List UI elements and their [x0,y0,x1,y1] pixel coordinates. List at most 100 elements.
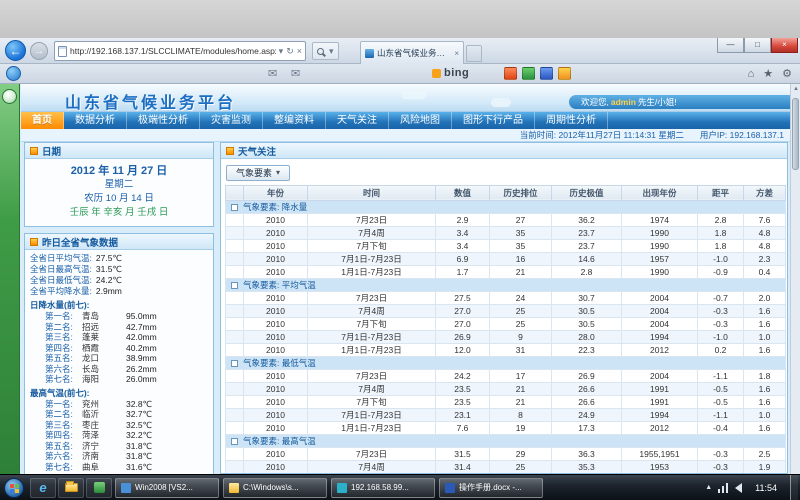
table-row[interactable]: 20107月下旬23.52126.61991-0.51.6 [226,395,786,408]
mail-icon[interactable]: ✉ [268,67,277,80]
close-button[interactable]: × [771,38,798,53]
addon-icon-4[interactable] [558,67,571,80]
table-group-row[interactable]: 气象要素: 平均气温 [226,278,786,291]
row-check-cell [226,304,244,317]
table-row[interactable]: 20107月1日-7月23日26.9928.01994-1.01.0 [226,330,786,343]
volume-icon[interactable] [735,483,742,493]
table-row[interactable]: 20101月1日-7月23日1.7212.81990-0.90.4 [226,265,786,278]
table-row[interactable]: 20107月23日2.92736.219742.87.6 [226,213,786,226]
table-row[interactable]: 20101月1日-7月23日7.61917.32012-0.41.6 [226,421,786,434]
checkbox-icon[interactable] [231,204,238,211]
taskbar-window-button[interactable]: C:\Windows\s... [223,478,327,498]
start-button[interactable] [4,478,24,498]
table-row[interactable]: 20107月1日-7月23日6.91614.61957-1.02.3 [226,252,786,265]
table-cell: 1.6 [744,421,786,434]
browser-back-button[interactable]: ← [5,40,26,61]
checkbox-icon[interactable] [231,360,238,367]
table-cell: 27 [490,213,552,226]
nav-item-4[interactable]: 灾害监测 [200,112,263,129]
nav-item-8[interactable]: 图形下行产品 [452,112,535,129]
minimize-button[interactable]: — [717,38,744,53]
nav-item-6[interactable]: 天气关注 [326,112,389,129]
table-cell: 1.0 [744,408,786,421]
table-row[interactable]: 20107月23日27.52430.72004-0.72.0 [226,291,786,304]
element-filter-button[interactable]: 气象要素 ▾ [226,165,290,181]
table-cell: 1.0 [744,330,786,343]
favorites-star-icon[interactable]: ★ [763,66,773,82]
nav-item-7[interactable]: 风险地图 [389,112,452,129]
browser-forward-button[interactable]: → [30,42,48,60]
addon-icon-1[interactable] [504,67,517,80]
stop-icon[interactable]: × [297,42,302,60]
table-group-row[interactable]: 气象要素: 最高气温 [226,434,786,447]
nav-item-2[interactable]: 数据分析 [64,112,127,129]
search-icon[interactable] [317,48,324,55]
scrollbar-thumb[interactable] [792,98,799,170]
show-desktop-button[interactable] [790,475,798,500]
desktop-strip [0,0,800,38]
row-check-cell [226,369,244,382]
nav-item-9[interactable]: 周期性分析 [535,112,608,129]
rank-value: 42.7mm [126,322,157,333]
table-cell: 2.8 [552,265,622,278]
network-icon[interactable] [718,483,729,493]
mail-send-icon[interactable]: ✉ [291,67,300,80]
checkbox-icon[interactable] [231,282,238,289]
address-bar[interactable]: ▾ ↻ × [54,41,306,61]
taskbar-window-button[interactable]: Win2008 [VS2... [115,478,219,498]
taskbar-ie-button[interactable]: e [30,478,56,498]
table-group-row[interactable]: 气象要素: 最低气温 [226,356,786,369]
rank-label: 第四名: [45,343,78,354]
table-cell: 23.7 [552,226,622,239]
nav-item-3[interactable]: 极端性分析 [127,112,200,129]
search-cluster[interactable]: ▾ [312,42,339,60]
address-dropdown-icon[interactable]: ▾ [279,42,284,60]
addon-icon-3[interactable] [540,67,553,80]
taskbar-window-button[interactable]: 操作手册.docx -... [439,478,543,498]
page-scrollbar[interactable]: ▲ [790,84,800,474]
app-icon [94,482,105,493]
table-row[interactable]: 20107月4周31.42535.31953-0.31.9 [226,460,786,473]
tray-up-arrow-icon[interactable]: ▲ [705,484,712,491]
tab-close-icon[interactable]: × [454,49,459,58]
scroll-up-icon[interactable]: ▲ [791,86,800,92]
table-group-row[interactable]: 气象要素: 降水量 [226,200,786,213]
welcome-suffix: 先生/小姐! [638,97,677,107]
taskbar-clock[interactable]: 11:54 [748,475,784,500]
table-row[interactable]: 20107月4周3.43523.719901.84.8 [226,226,786,239]
browser-tab[interactable]: 山东省气候业务平台 × [360,41,464,64]
table-row[interactable]: 20107月下旬3.43523.719901.84.8 [226,239,786,252]
maximize-button[interactable]: □ [744,38,771,53]
table-row[interactable]: 20107月下旬27.02530.52004-0.31.6 [226,317,786,330]
url-input[interactable] [70,46,276,56]
addon-icon-2[interactable] [522,67,535,80]
taskbar-window-button[interactable]: 192.168.58.99... [331,478,435,498]
table-cell: 1.8 [698,239,744,252]
table-row[interactable]: 20101月1日-7月23日12.03122.320120.21.6 [226,343,786,356]
table-cell: 26.9 [552,369,622,382]
table-cell: 35.3 [552,460,622,473]
nav-item-5[interactable]: 整编资料 [263,112,326,129]
taskbar-app-button[interactable] [86,478,112,498]
table-cell: 1.8 [698,226,744,239]
new-tab-button[interactable] [466,45,482,62]
taskbar-explorer-button[interactable] [58,478,84,498]
window-caption-buttons: — □ × [717,38,798,53]
refresh-icon[interactable]: ↻ [286,42,294,60]
bing-logo[interactable]: bing [432,67,469,79]
tools-gear-icon[interactable]: ⚙ [782,66,792,82]
page-header: 山东省气候业务平台 欢迎您,admin先生/小姐! [21,84,800,112]
table-row[interactable]: 20107月4周23.52126.61991-0.51.6 [226,382,786,395]
table-cell: 23.7 [552,239,622,252]
table-row[interactable]: 20107月1日-7月23日23.1824.91994-1.11.0 [226,408,786,421]
toolbar-logo-icon[interactable] [6,66,21,81]
table-row[interactable]: 20107月4周27.02530.52004-0.31.6 [226,304,786,317]
table-row[interactable]: 20107月23日31.52936.31955,1951-0.32.5 [226,447,786,460]
table-row[interactable]: 20107月23日24.21726.92004-1.11.8 [226,369,786,382]
search-dropdown-icon[interactable]: ▾ [329,42,334,60]
rank-line: 第一名:兖州32.8℃ [30,399,208,410]
checkbox-icon[interactable] [231,438,238,445]
table-cell: 23.1 [436,408,490,421]
home-icon[interactable]: ⌂ [748,66,755,82]
nav-item-1[interactable]: 首页 [21,112,64,129]
